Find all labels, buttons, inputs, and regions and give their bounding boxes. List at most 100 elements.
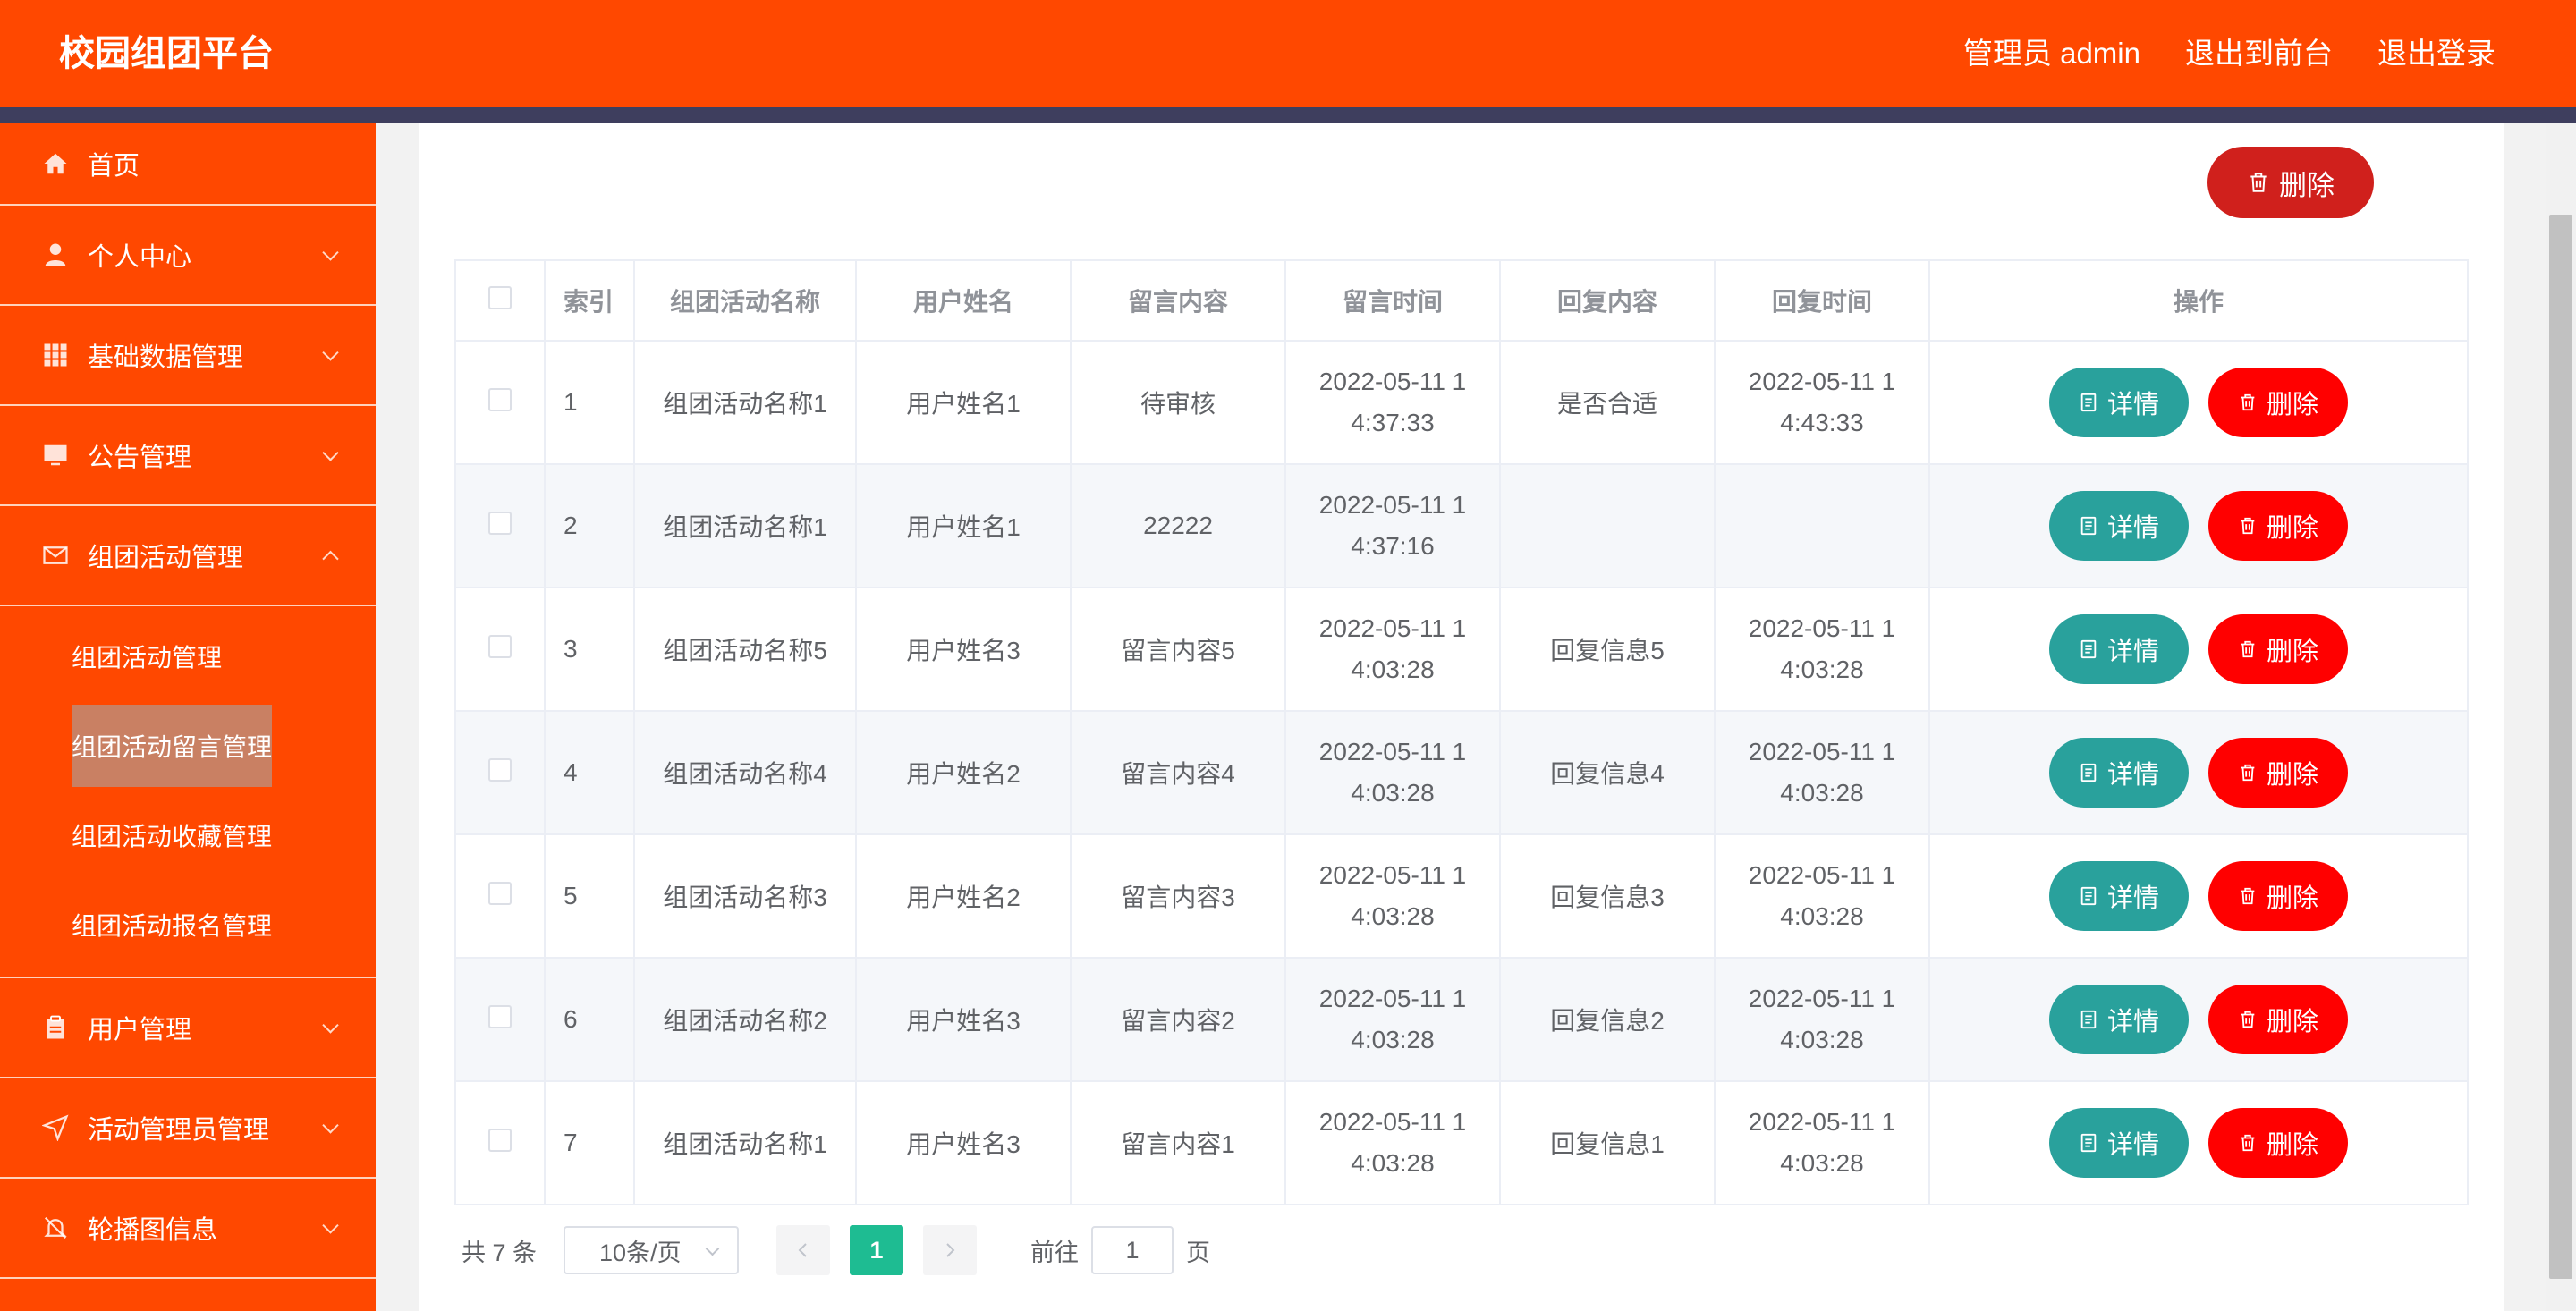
detail-button[interactable]: 详情 [2049, 491, 2189, 561]
cell-actions: 详情 删除 [1928, 957, 2469, 1082]
cell-reply-content: 回复信息2 [1499, 957, 1716, 1082]
activity-submenu: 组团活动管理 组团活动留言管理 组团活动收藏管理 组团活动报名管理 [0, 606, 376, 978]
column-header: 留言内容 [1070, 259, 1286, 342]
prev-page-button[interactable] [776, 1225, 831, 1275]
sidebar-item-label: 活动管理员管理 [88, 1116, 270, 1145]
delete-button[interactable]: 删除 [2208, 491, 2348, 561]
row-checkbox[interactable] [488, 387, 512, 411]
cell-message-content: 留言内容4 [1070, 710, 1286, 835]
cell-reply-time: 2022-05-11 14:03:28 [1748, 861, 1896, 930]
cell-message-content: 留言内容1 [1070, 1080, 1286, 1205]
delete-label: 删除 [2266, 391, 2318, 419]
sidebar-item-activity-admin[interactable]: 活动管理员管理 [0, 1078, 376, 1179]
cell-message-time: 2022-05-11 14:37:16 [1318, 491, 1467, 560]
row-select-cell[interactable] [454, 340, 546, 465]
row-select-cell[interactable] [454, 587, 546, 712]
header-links: 管理员 admin 退出到前台 退出登录 [1963, 27, 2496, 80]
delete-button[interactable]: 删除 [2208, 368, 2348, 437]
document-icon [2080, 1133, 2097, 1153]
column-header: 回复时间 [1714, 259, 1930, 342]
submenu-item-activity-favorite[interactable]: 组团活动收藏管理 [0, 791, 376, 880]
delete-button[interactable]: 删除 [2208, 861, 2348, 931]
sidebar-item-users[interactable]: 用户管理 [0, 978, 376, 1078]
page-unit-label: 页 [1186, 1239, 1211, 1266]
column-header: 回复内容 [1499, 259, 1716, 342]
delete-label: 删除 [2266, 761, 2318, 790]
table-header-row: 索引 组团活动名称 用户姓名 留言内容 留言时间 回复内容 回复时间 操作 [454, 259, 2469, 342]
submenu-item-activity-signup[interactable]: 组团活动报名管理 [0, 880, 376, 969]
detail-button[interactable]: 详情 [2049, 614, 2189, 684]
sidebar-item-basic-data[interactable]: 基础数据管理 [0, 306, 376, 406]
table-row: 7 组团活动名称1 用户姓名3 留言内容1 2022-05-11 14:03:28 回复信… [454, 1080, 2469, 1205]
cell-message-content: 留言内容5 [1070, 587, 1286, 712]
next-page-button[interactable] [923, 1225, 978, 1275]
row-checkbox[interactable] [488, 757, 512, 782]
sidebar-item-notice[interactable]: 公告管理 [0, 406, 376, 506]
row-checkbox[interactable] [488, 511, 512, 535]
submenu-item-activity-message[interactable]: 组团活动留言管理 [0, 701, 376, 791]
detail-button[interactable]: 详情 [2049, 738, 2189, 808]
chevron-right-icon [946, 1243, 955, 1257]
delete-button[interactable]: 删除 [2208, 1108, 2348, 1178]
column-header: 操作 [1928, 259, 2469, 342]
row-select-cell[interactable] [454, 710, 546, 835]
row-checkbox[interactable] [488, 881, 512, 905]
delete-button[interactable]: 删除 [2208, 614, 2348, 684]
cell-user-name: 用户姓名2 [855, 710, 1072, 835]
cell-reply-time-wrap: 2022-05-11 14:03:28 [1714, 833, 1930, 959]
row-select-cell[interactable] [454, 957, 546, 1082]
detail-button[interactable]: 详情 [2049, 861, 2189, 931]
document-icon [2080, 393, 2097, 412]
message-table: 索引 组团活动名称 用户姓名 留言内容 留言时间 回复内容 回复时间 操作 1组… [454, 259, 2469, 1205]
scrollbar-thumb[interactable] [2549, 215, 2572, 1279]
chevron-down-icon [322, 444, 339, 461]
column-header: 留言时间 [1284, 259, 1501, 342]
trash-icon [2241, 887, 2255, 905]
row-checkbox[interactable] [488, 634, 512, 658]
detail-button[interactable]: 详情 [2049, 1108, 2189, 1178]
header-divider [0, 107, 2576, 123]
detail-label: 详情 [2106, 884, 2159, 913]
grid-icon [41, 341, 70, 369]
chevron-down-icon [322, 1217, 339, 1234]
select-all-cell[interactable] [454, 259, 546, 342]
logout-link[interactable]: 退出登录 [2377, 27, 2496, 80]
cell-actions: 详情 删除 [1928, 340, 2469, 465]
chevron-up-icon [322, 550, 339, 568]
admin-user-label[interactable]: 管理员 admin [1963, 27, 2140, 80]
send-icon [41, 1113, 70, 1142]
goto-page: 前往 1 页 [1030, 1226, 1210, 1274]
bulk-delete-button[interactable]: 删除 [2207, 147, 2374, 218]
column-header: 用户姓名 [855, 259, 1072, 342]
sidebar-item-personal-center[interactable]: 个人中心 [0, 206, 376, 306]
cell-reply-time: 2022-05-11 14:03:28 [1748, 738, 1896, 807]
cell-reply-time-wrap: 2022-05-11 14:03:28 [1714, 1080, 1930, 1205]
page-size-select[interactable]: 10条/页 [564, 1226, 740, 1274]
sidebar-item-carousel[interactable]: 轮播图信息 [0, 1179, 376, 1279]
row-actions: 详情 删除 [1931, 985, 2466, 1054]
row-checkbox[interactable] [488, 1128, 512, 1152]
document-icon [2080, 763, 2097, 782]
page-number-current[interactable]: 1 [850, 1225, 904, 1275]
submenu-item-activity-manage[interactable]: 组团活动管理 [0, 612, 376, 701]
sidebar-item-label: 组团活动管理 [88, 544, 244, 572]
delete-button[interactable]: 删除 [2208, 738, 2348, 808]
detail-button[interactable]: 详情 [2049, 985, 2189, 1054]
row-checkbox[interactable] [488, 1004, 512, 1028]
delete-button[interactable]: 删除 [2208, 985, 2348, 1054]
row-select-cell[interactable] [454, 463, 546, 588]
select-all-checkbox[interactable] [488, 285, 512, 309]
sidebar-item-home[interactable]: 首页 [0, 123, 376, 206]
chevron-down-icon [322, 1017, 339, 1034]
goto-page-input[interactable]: 1 [1091, 1226, 1174, 1274]
row-select-cell[interactable] [454, 833, 546, 959]
table-row: 3 组团活动名称5 用户姓名3 留言内容5 2022-05-11 14:03:28 回复信… [454, 587, 2469, 712]
sidebar-item-activity[interactable]: 组团活动管理 [0, 506, 376, 606]
cell-actions: 详情 删除 [1928, 710, 2469, 835]
row-select-cell[interactable] [454, 1080, 546, 1205]
exit-to-front-link[interactable]: 退出到前台 [2185, 27, 2333, 80]
clipboard-icon [41, 1013, 70, 1042]
detail-button[interactable]: 详情 [2049, 368, 2189, 437]
top-header: 校园组团平台 管理员 admin 退出到前台 退出登录 [0, 0, 2576, 107]
cell-actions: 详情 删除 [1928, 1080, 2469, 1205]
